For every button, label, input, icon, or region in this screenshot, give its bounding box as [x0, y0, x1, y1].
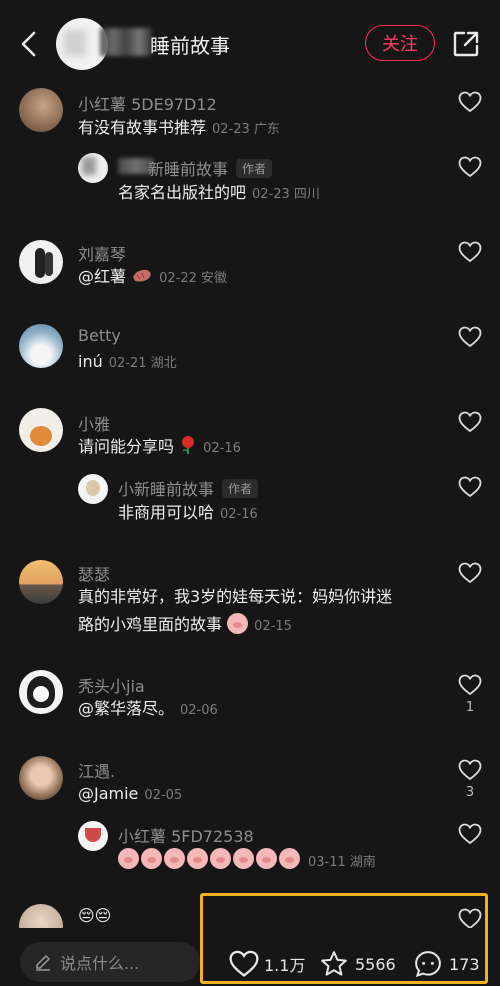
comment-text[interactable]: @红薯 02-22 安徽 [78, 265, 227, 291]
comment-meta: 02-23 广东 [212, 122, 280, 137]
comment-username[interactable]: 江遇. [78, 758, 115, 782]
avatar[interactable] [19, 324, 63, 368]
comment-username[interactable]: 小新睡前故事 作者 [118, 476, 259, 500]
top-bar: 睡前故事 关注 [0, 0, 500, 88]
avatar[interactable] [78, 474, 108, 504]
like-count: 1 [465, 700, 475, 715]
comment-input-placeholder: 说点什么... [60, 954, 140, 973]
comment-body: 有没有故事书推荐 [78, 118, 207, 137]
comment-username[interactable]: 小红薯 5DE97D12 [78, 91, 217, 115]
comment-body: 名家名出版社的吧 [118, 183, 247, 202]
comment-username[interactable]: 瑟瑟 [78, 561, 110, 585]
comment-username[interactable]: 小红薯 5FD72538 [118, 823, 254, 847]
heart-icon[interactable] [458, 241, 482, 263]
comment-text[interactable]: 有没有故事书推荐 02-23 广东 [78, 116, 280, 142]
avatar[interactable] [78, 821, 108, 851]
author-badge: 作者 [236, 159, 273, 178]
pig-emoji-icon [141, 848, 162, 869]
pig-emoji-icon [118, 848, 139, 869]
avatar[interactable] [19, 408, 63, 452]
comment-text[interactable]: 请问能分享吗 02-16 [78, 435, 241, 461]
comment-meta: 02-15 [254, 619, 292, 634]
avatar[interactable] [19, 240, 63, 284]
pig-emoji-icon [164, 848, 185, 869]
reply-username: 小新睡前故事 [118, 480, 215, 499]
like-count: 3 [465, 785, 475, 800]
heart-icon[interactable] [458, 476, 482, 498]
blurred-author-name [100, 28, 152, 56]
comment-username[interactable]: 小雅 [78, 411, 110, 435]
comment-meta: 02-22 安徽 [159, 271, 228, 286]
comment-username[interactable]: 刘嘉琴 [78, 241, 126, 265]
comment-meta: 02-23 四川 [252, 187, 320, 202]
comment-body: 非商用可以哈 [118, 503, 215, 522]
share-icon[interactable] [452, 30, 480, 58]
comment-username[interactable]: 新睡前故事 作者 [148, 156, 273, 180]
sweet-potato-icon [133, 269, 151, 282]
pig-emoji-row[interactable]: 03-11 湖南 [118, 848, 376, 870]
pig-emoji-icon [279, 848, 300, 869]
highlight-box [200, 893, 488, 984]
avatar[interactable] [19, 670, 63, 714]
avatar[interactable] [19, 756, 63, 800]
avatar[interactable] [78, 153, 108, 183]
pig-emoji-icon [227, 613, 249, 634]
comment-text[interactable]: @Jamie 02-05 [78, 782, 182, 808]
comment-text[interactable]: @繁华落尽。 02-06 [78, 697, 218, 723]
comment-text[interactable]: 名家名出版社的吧 02-23 四川 [118, 181, 320, 207]
comment-input[interactable]: 说点什么... [20, 942, 200, 982]
heart-icon[interactable] [458, 562, 482, 584]
comment-meta: 02-06 [180, 703, 218, 718]
comment-text[interactable]: inú 02-21 湖北 [78, 350, 177, 376]
comment-body: @繁华落尽。 [78, 699, 175, 718]
comment-username[interactable]: Betty [78, 326, 121, 345]
pencil-icon [36, 955, 50, 971]
avatar[interactable] [19, 88, 63, 132]
heart-icon[interactable] [458, 156, 482, 178]
comment-body: 请问能分享吗 [78, 437, 175, 456]
comment-body: 路的小鸡里面的故事 [78, 615, 223, 634]
comment-username[interactable]: 秃头小jia [78, 673, 145, 697]
heart-icon[interactable] [458, 91, 482, 113]
comment-body: inú [78, 352, 103, 371]
comment-text[interactable]: 😔😔 [78, 904, 111, 928]
comment-meta: 02-05 [144, 788, 183, 803]
author-name[interactable]: 睡前故事 [150, 30, 230, 59]
pig-emoji-icon [210, 848, 231, 869]
comment-text[interactable]: 非商用可以哈 02-16 [118, 501, 258, 527]
comment-meta: 02-16 [203, 441, 241, 456]
comment-meta: 02-16 [220, 507, 258, 522]
comment-meta: 03-11 湖南 [308, 855, 376, 870]
heart-icon[interactable] [458, 411, 482, 433]
pig-emoji-icon [256, 848, 277, 869]
heart-icon[interactable] [458, 823, 482, 845]
rose-icon [182, 436, 195, 454]
pig-emoji-icon [187, 848, 208, 869]
avatar[interactable] [19, 560, 63, 604]
back-icon[interactable] [14, 28, 46, 60]
comment-text[interactable]: 真的非常好，我3岁的娃每天说：妈妈你讲迷 [78, 585, 392, 609]
heart-icon[interactable] [458, 326, 482, 348]
reply-username: 新睡前故事 [148, 160, 229, 179]
follow-button[interactable]: 关注 [365, 25, 435, 61]
comment-body: @红薯 [78, 267, 127, 286]
comment-body: @Jamie [78, 784, 139, 803]
pig-emoji-icon [233, 848, 254, 869]
comment-meta: 02-21 湖北 [108, 356, 177, 371]
heart-icon[interactable] [458, 674, 482, 696]
heart-icon[interactable] [458, 759, 482, 781]
comment-text[interactable]: 路的小鸡里面的故事 02-15 [78, 613, 292, 639]
author-badge: 作者 [222, 479, 259, 498]
